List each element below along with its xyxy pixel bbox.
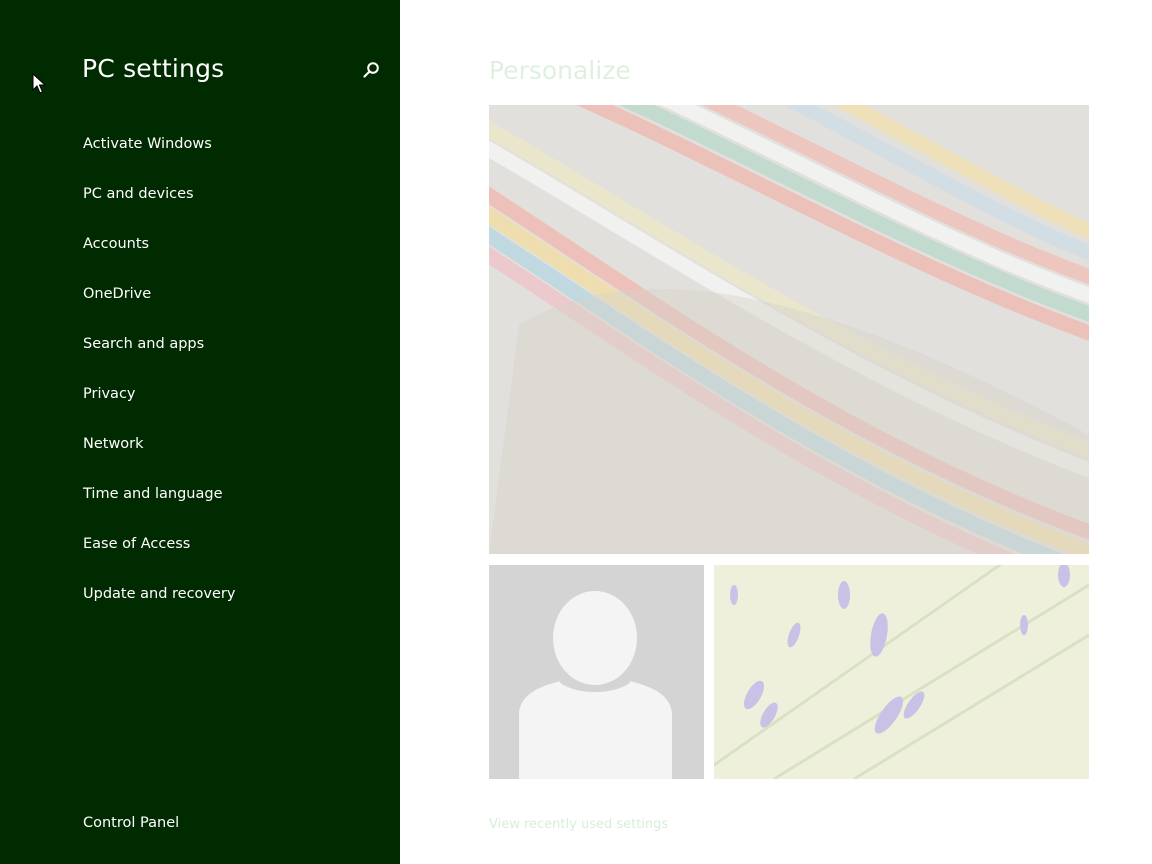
user-avatar-icon: [489, 565, 704, 779]
nav-item-update-and-recovery[interactable]: Update and recovery: [83, 584, 235, 634]
mouse-pointer-icon: [32, 73, 46, 94]
nav-item-accounts[interactable]: Accounts: [83, 234, 235, 284]
nav-item-search-and-apps[interactable]: Search and apps: [83, 334, 235, 384]
nav-item-network[interactable]: Network: [83, 434, 235, 484]
start-screen-image: [714, 565, 1089, 779]
nav-item-pc-and-devices[interactable]: PC and devices: [83, 184, 235, 234]
account-picture-tile[interactable]: [489, 565, 704, 779]
lock-screen-image: [489, 105, 1089, 554]
nav-item-onedrive[interactable]: OneDrive: [83, 284, 235, 334]
recent-settings-link[interactable]: View recently used settings: [489, 817, 668, 832]
nav-item-ease-of-access[interactable]: Ease of Access: [83, 534, 235, 584]
app-title: PC settings: [82, 54, 225, 83]
nav-item-time-and-language[interactable]: Time and language: [83, 484, 235, 534]
personalize-content: Personalize View recently used settings: [400, 0, 1152, 864]
nav-item-privacy[interactable]: Privacy: [83, 384, 235, 434]
page-title: Personalize: [489, 56, 631, 85]
lock-screen-tile[interactable]: [489, 105, 1089, 554]
start-screen-tile[interactable]: [714, 565, 1089, 779]
settings-nav-pane: PC settings Activate Windows PC and devi…: [0, 0, 400, 864]
search-icon: [363, 62, 379, 78]
nav-item-activate-windows[interactable]: Activate Windows: [83, 134, 235, 184]
control-panel-link[interactable]: Control Panel: [83, 815, 179, 831]
search-button[interactable]: [360, 60, 382, 82]
settings-category-list: Activate Windows PC and devices Accounts…: [83, 134, 235, 634]
